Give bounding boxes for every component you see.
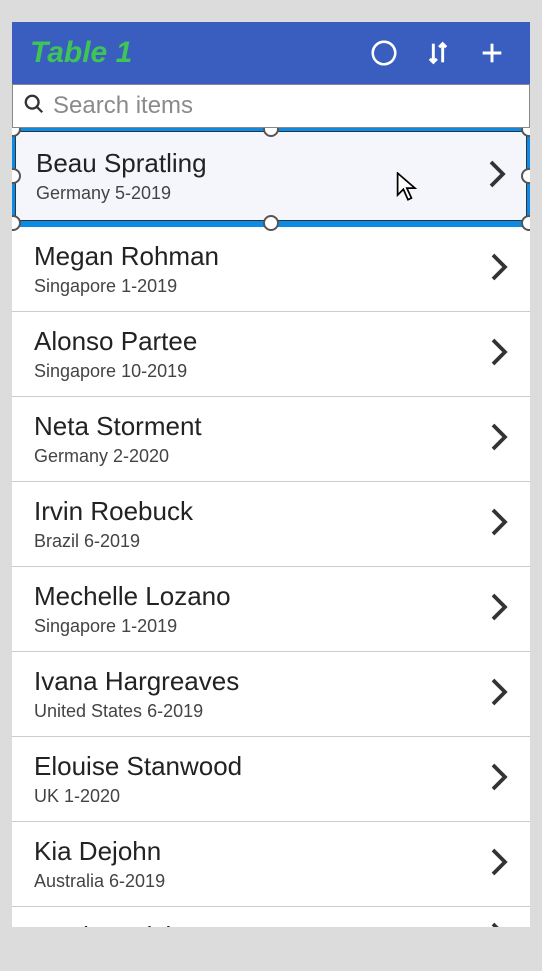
chevron-right-icon bbox=[490, 337, 508, 372]
refresh-icon bbox=[369, 38, 399, 68]
list-item[interactable]: Alonso Partee Singapore 10-2019 bbox=[12, 312, 530, 397]
sort-icon bbox=[424, 39, 452, 67]
list-item[interactable]: Neta Storment Germany 2-2020 bbox=[12, 397, 530, 482]
item-subtitle: UK 1-2020 bbox=[34, 786, 490, 807]
item-name: Tamica Trickett bbox=[34, 921, 490, 927]
selection-handle[interactable] bbox=[521, 168, 530, 184]
item-subtitle: Singapore 1-2019 bbox=[34, 616, 490, 637]
chevron-right-icon bbox=[490, 422, 508, 457]
item-subtitle: Australia 6-2019 bbox=[34, 871, 490, 892]
header-bar: Table 1 bbox=[12, 22, 530, 84]
list-item-content: Beau Spratling Germany 5-2019 bbox=[36, 148, 488, 204]
item-name: Irvin Roebuck bbox=[34, 496, 490, 527]
item-subtitle: Singapore 1-2019 bbox=[34, 276, 490, 297]
add-button[interactable] bbox=[472, 33, 512, 73]
chevron-right-icon bbox=[490, 847, 508, 882]
item-name: Ivana Hargreaves bbox=[34, 666, 490, 697]
search-input[interactable] bbox=[53, 92, 519, 120]
item-name: Alonso Partee bbox=[34, 326, 490, 357]
selection-handle[interactable] bbox=[263, 215, 279, 231]
item-name: Kia Dejohn bbox=[34, 836, 490, 867]
list-item-content: Neta Storment Germany 2-2020 bbox=[34, 411, 490, 467]
list-item-content: Mechelle Lozano Singapore 1-2019 bbox=[34, 581, 490, 637]
list-item-content: Tamica Trickett bbox=[34, 921, 490, 927]
list-item-content: Kia Dejohn Australia 6-2019 bbox=[34, 836, 490, 892]
chevron-right-icon bbox=[490, 762, 508, 797]
item-name: Elouise Stanwood bbox=[34, 751, 490, 782]
list-item[interactable]: Megan Rohman Singapore 1-2019 bbox=[12, 227, 530, 312]
item-subtitle: Germany 5-2019 bbox=[36, 183, 488, 204]
list-item-content: Ivana Hargreaves United States 6-2019 bbox=[34, 666, 490, 722]
item-subtitle: Germany 2-2020 bbox=[34, 446, 490, 467]
app-container: Table 1 bbox=[12, 22, 530, 927]
selection-handle[interactable] bbox=[521, 215, 530, 231]
item-name: Beau Spratling bbox=[36, 148, 488, 179]
chevron-right-icon bbox=[490, 677, 508, 712]
plus-icon bbox=[478, 39, 506, 67]
list-item[interactable]: Tamica Trickett bbox=[12, 907, 530, 927]
list-item-content: Megan Rohman Singapore 1-2019 bbox=[34, 241, 490, 297]
list-item[interactable]: Mechelle Lozano Singapore 1-2019 bbox=[12, 567, 530, 652]
search-bar[interactable] bbox=[12, 84, 530, 128]
item-subtitle: Singapore 10-2019 bbox=[34, 361, 490, 382]
list-item[interactable]: Elouise Stanwood UK 1-2020 bbox=[12, 737, 530, 822]
chevron-right-icon bbox=[490, 507, 508, 542]
item-name: Mechelle Lozano bbox=[34, 581, 490, 612]
list-item[interactable]: Ivana Hargreaves United States 6-2019 bbox=[12, 652, 530, 737]
list-item[interactable]: Kia Dejohn Australia 6-2019 bbox=[12, 822, 530, 907]
item-subtitle: United States 6-2019 bbox=[34, 701, 490, 722]
search-icon bbox=[23, 93, 45, 120]
sort-button[interactable] bbox=[418, 33, 458, 73]
list-item[interactable]: Beau Spratling Germany 5-2019 bbox=[15, 131, 527, 221]
list-item[interactable]: Irvin Roebuck Brazil 6-2019 bbox=[12, 482, 530, 567]
page-title: Table 1 bbox=[30, 36, 350, 70]
chevron-right-icon bbox=[490, 592, 508, 627]
chevron-right-icon bbox=[490, 921, 508, 927]
list-item-content: Alonso Partee Singapore 10-2019 bbox=[34, 326, 490, 382]
list-item-content: Elouise Stanwood UK 1-2020 bbox=[34, 751, 490, 807]
refresh-button[interactable] bbox=[364, 33, 404, 73]
item-name: Megan Rohman bbox=[34, 241, 490, 272]
chevron-right-icon bbox=[490, 252, 508, 287]
list-container: Beau Spratling Germany 5-2019 Megan Rohm… bbox=[12, 128, 530, 927]
selection-frame: Beau Spratling Germany 5-2019 bbox=[12, 128, 530, 227]
list-item-content: Irvin Roebuck Brazil 6-2019 bbox=[34, 496, 490, 552]
chevron-right-icon bbox=[488, 159, 506, 194]
item-name: Neta Storment bbox=[34, 411, 490, 442]
item-subtitle: Brazil 6-2019 bbox=[34, 531, 490, 552]
